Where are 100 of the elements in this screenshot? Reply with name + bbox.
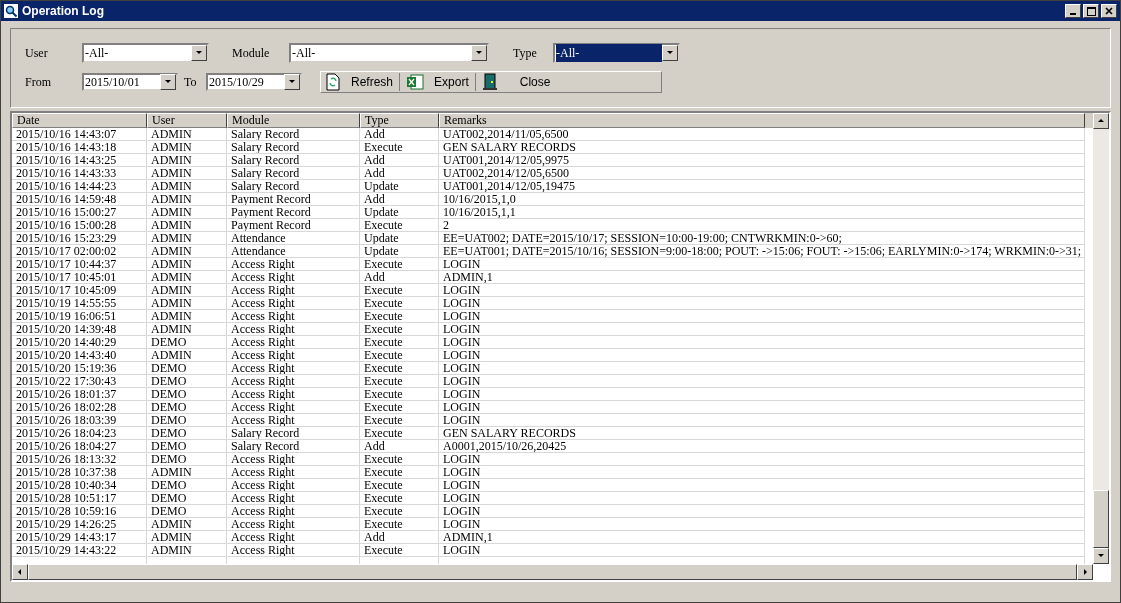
table-cell: Access Right bbox=[227, 375, 360, 388]
table-cell: Update bbox=[360, 232, 439, 245]
table-cell: 2015/10/20 14:40:29 bbox=[12, 336, 147, 349]
table-cell: LOGIN bbox=[439, 505, 1085, 518]
column-header[interactable]: User bbox=[147, 113, 227, 128]
date-field[interactable]: 2015/10/01 bbox=[82, 73, 178, 91]
table-cell: 2015/10/28 10:59:16 bbox=[12, 505, 147, 518]
table-cell: ADMIN bbox=[147, 544, 227, 557]
table-cell: Access Right bbox=[227, 388, 360, 401]
table-cell: DEMO bbox=[147, 375, 227, 388]
table-cell: DEMO bbox=[147, 427, 227, 440]
vertical-scrollbar[interactable] bbox=[1093, 113, 1109, 564]
table-cell: Salary Record bbox=[227, 167, 360, 180]
scroll-thumb[interactable] bbox=[1093, 490, 1109, 548]
date-field[interactable]: 2015/10/29 bbox=[206, 73, 302, 91]
table-cell: 2015/10/29 14:43:17 bbox=[12, 531, 147, 544]
toolbar-button[interactable]: Refresh bbox=[325, 73, 401, 91]
maximize-button[interactable] bbox=[1083, 4, 1099, 18]
table-cell: ADMIN bbox=[147, 518, 227, 531]
table-cell: UAT002,2014/11/05,6500 bbox=[439, 128, 1085, 141]
table-cell: Update bbox=[360, 180, 439, 193]
minimize-button[interactable] bbox=[1065, 4, 1081, 18]
table-cell: Execute bbox=[360, 427, 439, 440]
table-cell: DEMO bbox=[147, 492, 227, 505]
table-cell: Access Right bbox=[227, 544, 360, 557]
table-cell: ADMIN bbox=[147, 284, 227, 297]
arrow-icon bbox=[195, 49, 203, 57]
table-cell: 2015/10/22 17:30:43 bbox=[12, 375, 147, 388]
table-cell: UAT002,2014/12/05,6500 bbox=[439, 167, 1085, 180]
table-cell: Execute bbox=[360, 310, 439, 323]
table-cell: 2015/10/26 18:03:39 bbox=[12, 414, 147, 427]
close-button[interactable] bbox=[1101, 4, 1117, 18]
table-cell: Execute bbox=[360, 362, 439, 375]
table-cell: 2015/10/17 10:45:01 bbox=[12, 271, 147, 284]
table-cell: A0001,2015/10/26,20425 bbox=[439, 440, 1085, 453]
table-cell: 2015/10/17 02:00:02 bbox=[12, 245, 147, 258]
table-cell: Execute bbox=[360, 219, 439, 232]
table-cell: Add bbox=[360, 193, 439, 206]
table-cell: 2015/10/16 14:43:33 bbox=[12, 167, 147, 180]
table-cell: Execute bbox=[360, 479, 439, 492]
dropdown[interactable]: -All- bbox=[289, 43, 489, 63]
table-cell: LOGIN bbox=[439, 453, 1085, 466]
table-cell: LOGIN bbox=[439, 544, 1085, 557]
column-header[interactable]: Remarks bbox=[439, 113, 1085, 128]
table-cell: LOGIN bbox=[439, 336, 1085, 349]
table-cell: ADMIN,1 bbox=[439, 531, 1085, 544]
table-cell: Add bbox=[360, 531, 439, 544]
scroll-down-button[interactable] bbox=[1093, 548, 1109, 564]
column-header[interactable]: Module bbox=[227, 113, 360, 128]
arrow-icon bbox=[288, 78, 296, 86]
column-header[interactable]: Date bbox=[12, 113, 147, 128]
scroll-right-button[interactable] bbox=[1077, 564, 1093, 580]
table-cell: Access Right bbox=[227, 401, 360, 414]
table-cell: ADMIN bbox=[147, 167, 227, 180]
toolbar-button[interactable]: Export bbox=[406, 73, 476, 91]
table-cell: DEMO bbox=[147, 336, 227, 349]
table-cell: Access Right bbox=[227, 531, 360, 544]
table-cell: Execute bbox=[360, 492, 439, 505]
table-cell: ADMIN bbox=[147, 323, 227, 336]
table-cell: DEMO bbox=[147, 440, 227, 453]
scroll-up-button[interactable] bbox=[1093, 113, 1109, 129]
table-cell: Salary Record bbox=[227, 440, 360, 453]
table-cell: Payment Record bbox=[227, 193, 360, 206]
dropdown[interactable]: -All- bbox=[553, 43, 680, 63]
table-cell: Execute bbox=[360, 453, 439, 466]
table-cell: 2015/10/28 10:40:34 bbox=[12, 479, 147, 492]
filter-label: User bbox=[25, 45, 49, 62]
table-cell: 2015/10/17 10:44:37 bbox=[12, 258, 147, 271]
table-cell: 2015/10/26 18:04:23 bbox=[12, 427, 147, 440]
table-cell: Salary Record bbox=[227, 141, 360, 154]
table-cell: 10/16/2015,1,0 bbox=[439, 193, 1085, 206]
table-cell: Execute bbox=[360, 401, 439, 414]
table-cell: Execute bbox=[360, 466, 439, 479]
table-cell: Add bbox=[360, 440, 439, 453]
table-cell: Add bbox=[360, 271, 439, 284]
arrow-icon bbox=[16, 568, 24, 576]
table-cell: Access Right bbox=[227, 414, 360, 427]
table-cell: LOGIN bbox=[439, 375, 1085, 388]
scroll-left-button[interactable] bbox=[12, 564, 28, 580]
table-cell: GEN SALARY RECORDS bbox=[439, 427, 1085, 440]
table-cell: LOGIN bbox=[439, 401, 1085, 414]
table-cell: DEMO bbox=[147, 479, 227, 492]
toolbar-button[interactable]: Close bbox=[481, 73, 557, 91]
table-cell: Access Right bbox=[227, 336, 360, 349]
dropdown[interactable]: -All- bbox=[82, 43, 209, 63]
table-cell: Access Right bbox=[227, 323, 360, 336]
close-icon bbox=[1105, 7, 1113, 15]
table-cell: 2015/10/16 14:43:07 bbox=[12, 128, 147, 141]
column-header[interactable]: Type bbox=[360, 113, 439, 128]
table-cell: 2015/10/28 10:37:38 bbox=[12, 466, 147, 479]
table-cell: ADMIN bbox=[147, 219, 227, 232]
table-cell: 2015/10/26 18:01:37 bbox=[12, 388, 147, 401]
table-cell: 2015/10/16 15:00:28 bbox=[12, 219, 147, 232]
arrow-icon bbox=[164, 78, 172, 86]
table-cell: 2015/10/29 14:43:22 bbox=[12, 544, 147, 557]
table-cell: ADMIN bbox=[147, 531, 227, 544]
table-cell: ADMIN bbox=[147, 180, 227, 193]
table-cell: DEMO bbox=[147, 388, 227, 401]
magnifier-icon bbox=[4, 4, 18, 18]
table-cell: ADMIN bbox=[147, 206, 227, 219]
